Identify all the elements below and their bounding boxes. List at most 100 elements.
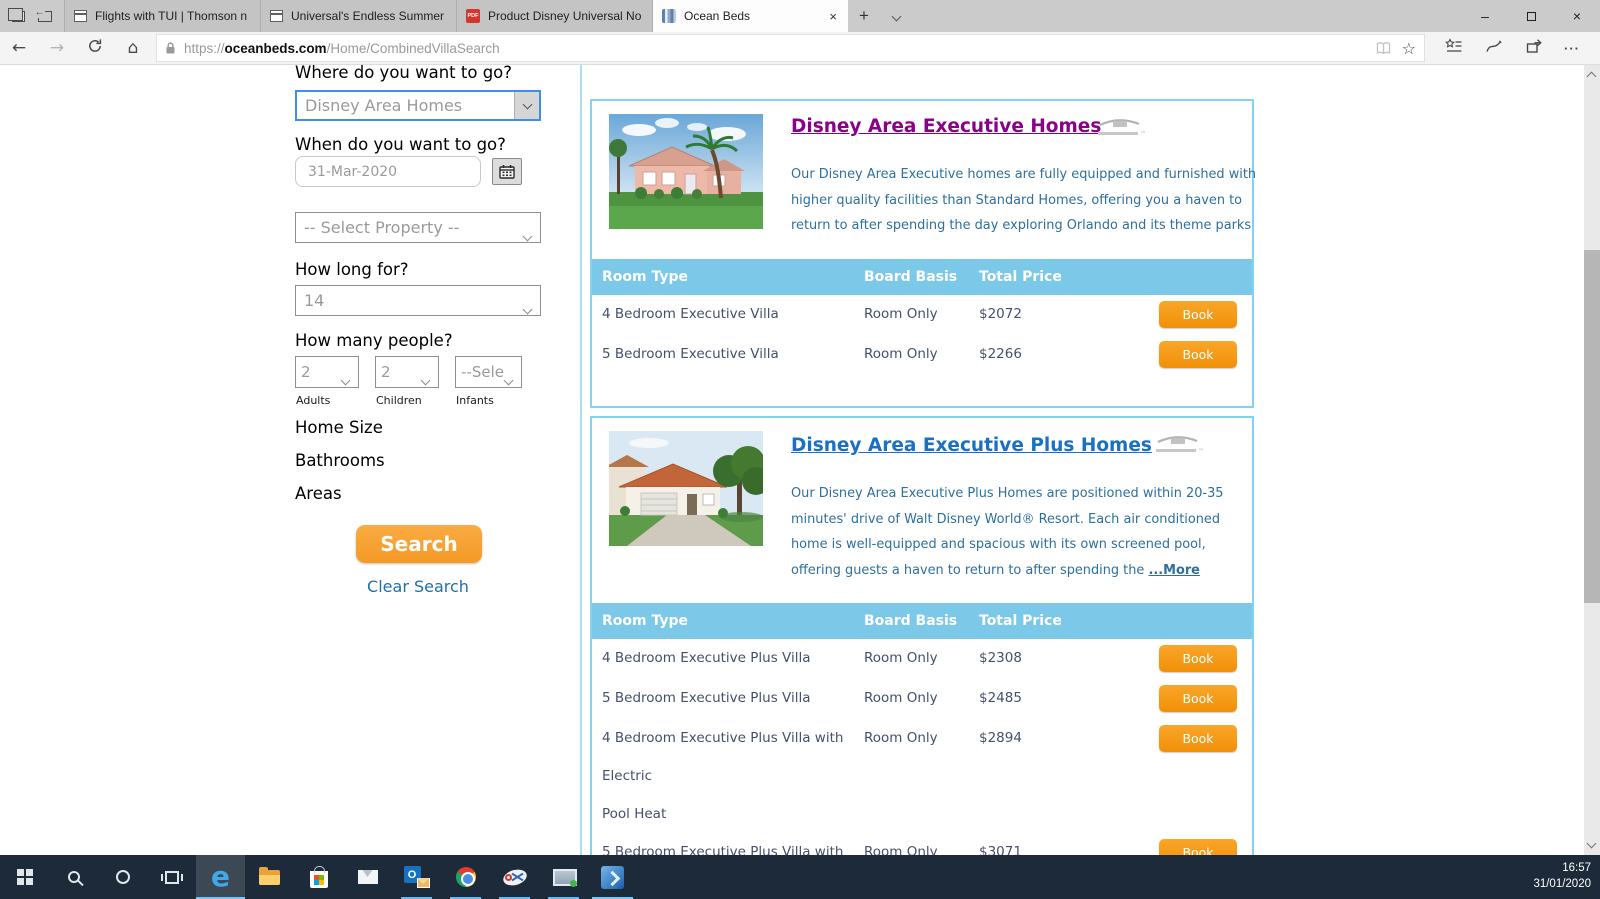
file-explorer-icon xyxy=(259,866,280,885)
address-bar[interactable]: https://oceanbeds.com/Home/CombinedVilla… xyxy=(156,34,1425,62)
favorite-star-button[interactable]: ☆ xyxy=(1402,39,1416,58)
table-header-row: Room Type Board Basis Total Price xyxy=(592,603,1252,639)
start-button[interactable] xyxy=(0,855,49,899)
taskbar-remote-desktop-button[interactable] xyxy=(539,855,588,899)
taskbar-search-button[interactable] xyxy=(49,855,98,899)
book-button[interactable]: Book xyxy=(1159,341,1237,368)
new-tab-button[interactable]: + xyxy=(848,0,880,32)
adults-select[interactable]: 2 xyxy=(295,356,359,388)
total-price: $2266 xyxy=(979,346,1022,362)
taskbar-blue-arrow-app-button[interactable] xyxy=(588,855,637,899)
more-menu-button[interactable]: ··· xyxy=(1564,41,1580,56)
infants-select[interactable]: --Sele xyxy=(455,356,522,388)
web-note-button[interactable] xyxy=(1485,38,1503,59)
chevron-down-icon xyxy=(522,225,533,244)
sidebar-divider xyxy=(580,65,582,855)
chevron-down-icon xyxy=(503,369,514,388)
property-image[interactable] xyxy=(609,114,763,229)
column-header: Total Price xyxy=(979,269,1062,285)
table-row: 5 Bedroom Executive Plus Villa with Elec… xyxy=(592,833,1252,855)
date-input[interactable]: 31-Mar-2020 xyxy=(295,156,481,187)
book-button[interactable]: Book xyxy=(1159,725,1237,752)
minimize-button[interactable]: – xyxy=(1462,0,1508,32)
ink-pen-icon xyxy=(1486,39,1502,52)
outlook-icon: O xyxy=(403,866,430,888)
table-row: 4 Bedroom Executive Villa Room Only $207… xyxy=(592,295,1252,335)
home-size-section[interactable]: Home Size xyxy=(295,418,383,437)
close-tab-icon[interactable]: × xyxy=(827,9,839,24)
taskbar-snipping-tool-button[interactable] xyxy=(490,855,539,899)
book-button[interactable]: Book xyxy=(1159,645,1237,672)
taskbar-chrome-button[interactable] xyxy=(441,855,490,899)
scroll-up-icon[interactable] xyxy=(1586,71,1597,82)
book-button[interactable]: Book xyxy=(1159,685,1237,712)
desktop-screen: Flights with TUI | Thomson n Universal's… xyxy=(0,0,1600,899)
window-controls: – × xyxy=(1462,0,1600,32)
table-header-row: Room Type Board Basis Total Price xyxy=(592,259,1252,295)
room-type: 4 Bedroom Executive Plus Villa with Elec… xyxy=(602,730,844,822)
set-tabs-aside-icon[interactable] xyxy=(34,7,52,22)
children-select[interactable]: 2 xyxy=(375,356,439,388)
task-view-button[interactable] xyxy=(147,855,196,899)
chevron-down-icon xyxy=(340,369,351,388)
tab-pdf-product[interactable]: PDF Product Disney Universal No xyxy=(456,0,652,32)
table-row: 4 Bedroom Executive Plus Villa Room Only… xyxy=(592,639,1252,679)
scroll-down-icon[interactable] xyxy=(1586,838,1597,849)
tab-title: Product Disney Universal No xyxy=(488,9,642,23)
chrome-icon xyxy=(455,867,476,887)
tab-preview-icon[interactable] xyxy=(8,7,26,22)
share-button[interactable] xyxy=(1525,38,1542,59)
cortana-icon xyxy=(115,870,130,884)
tab-flights[interactable]: Flights with TUI | Thomson n xyxy=(64,0,260,32)
taskbar-store-button[interactable] xyxy=(294,855,343,899)
tab-ocean-beds[interactable]: Ocean Beds × xyxy=(652,0,848,32)
taskbar-outlook-button[interactable]: O xyxy=(392,855,441,899)
property-title-link[interactable]: Disney Area Executive Plus Homes xyxy=(791,435,1152,456)
duration-label: How long for? xyxy=(295,260,409,279)
home-button[interactable]: ⌂ xyxy=(114,38,152,58)
room-type: 5 Bedroom Executive Plus Villa with Elec… xyxy=(602,844,844,855)
taskbar-mail-button[interactable] xyxy=(343,855,392,899)
bathrooms-section[interactable]: Bathrooms xyxy=(295,451,385,470)
book-button[interactable]: Book xyxy=(1159,839,1237,855)
refresh-button[interactable] xyxy=(76,38,114,59)
taskbar-file-explorer-button[interactable] xyxy=(245,855,294,899)
tabbar-left-icons xyxy=(0,0,64,32)
forward-button[interactable]: → xyxy=(38,38,76,58)
room-type: 4 Bedroom Executive Villa xyxy=(602,306,779,322)
clear-search-link[interactable]: Clear Search xyxy=(295,577,541,596)
task-view-icon xyxy=(160,870,183,884)
book-button[interactable]: Book xyxy=(1159,301,1237,328)
page-scrollbar[interactable] xyxy=(1584,65,1600,855)
reading-view-button[interactable] xyxy=(1375,41,1392,56)
areas-section[interactable]: Areas xyxy=(295,484,342,503)
restore-button[interactable] xyxy=(1508,0,1554,32)
destination-select[interactable]: Disney Area Homes xyxy=(295,90,541,121)
calendar-button[interactable] xyxy=(492,158,522,185)
back-button[interactable]: ← xyxy=(0,38,38,58)
mail-icon xyxy=(357,870,378,884)
property-title-link[interactable]: Disney Area Executive Homes xyxy=(791,116,1101,137)
taskbar-edge-button[interactable]: e xyxy=(196,855,245,899)
page-icon xyxy=(74,10,87,22)
pdf-icon: PDF xyxy=(466,9,480,23)
taskbar-clock[interactable]: 16:57 31/01/2020 xyxy=(1533,855,1600,899)
remote-desktop-icon xyxy=(552,868,577,887)
infants-label: Infants xyxy=(456,394,494,407)
search-button[interactable]: Search xyxy=(356,525,482,563)
cortana-button[interactable] xyxy=(98,855,147,899)
tab-list-chevron-icon[interactable] xyxy=(880,0,912,32)
tab-universal[interactable]: Universal's Endless Summer xyxy=(260,0,456,32)
scrollbar-thumb[interactable] xyxy=(1584,250,1600,603)
property-select[interactable]: -- Select Property -- xyxy=(295,212,541,243)
reading-view-icon xyxy=(1376,41,1390,54)
toolbar-right: ··· xyxy=(1437,37,1600,59)
column-header: Total Price xyxy=(979,613,1062,629)
close-window-button[interactable]: × xyxy=(1554,0,1600,32)
more-link[interactable]: ...More xyxy=(1148,563,1199,578)
date-text: 31/01/2020 xyxy=(1533,878,1591,890)
duration-select[interactable]: 14 xyxy=(295,285,541,316)
favorites-hub-button[interactable] xyxy=(1445,37,1463,59)
property-image[interactable] xyxy=(609,431,763,546)
board-basis: Room Only xyxy=(864,306,938,322)
